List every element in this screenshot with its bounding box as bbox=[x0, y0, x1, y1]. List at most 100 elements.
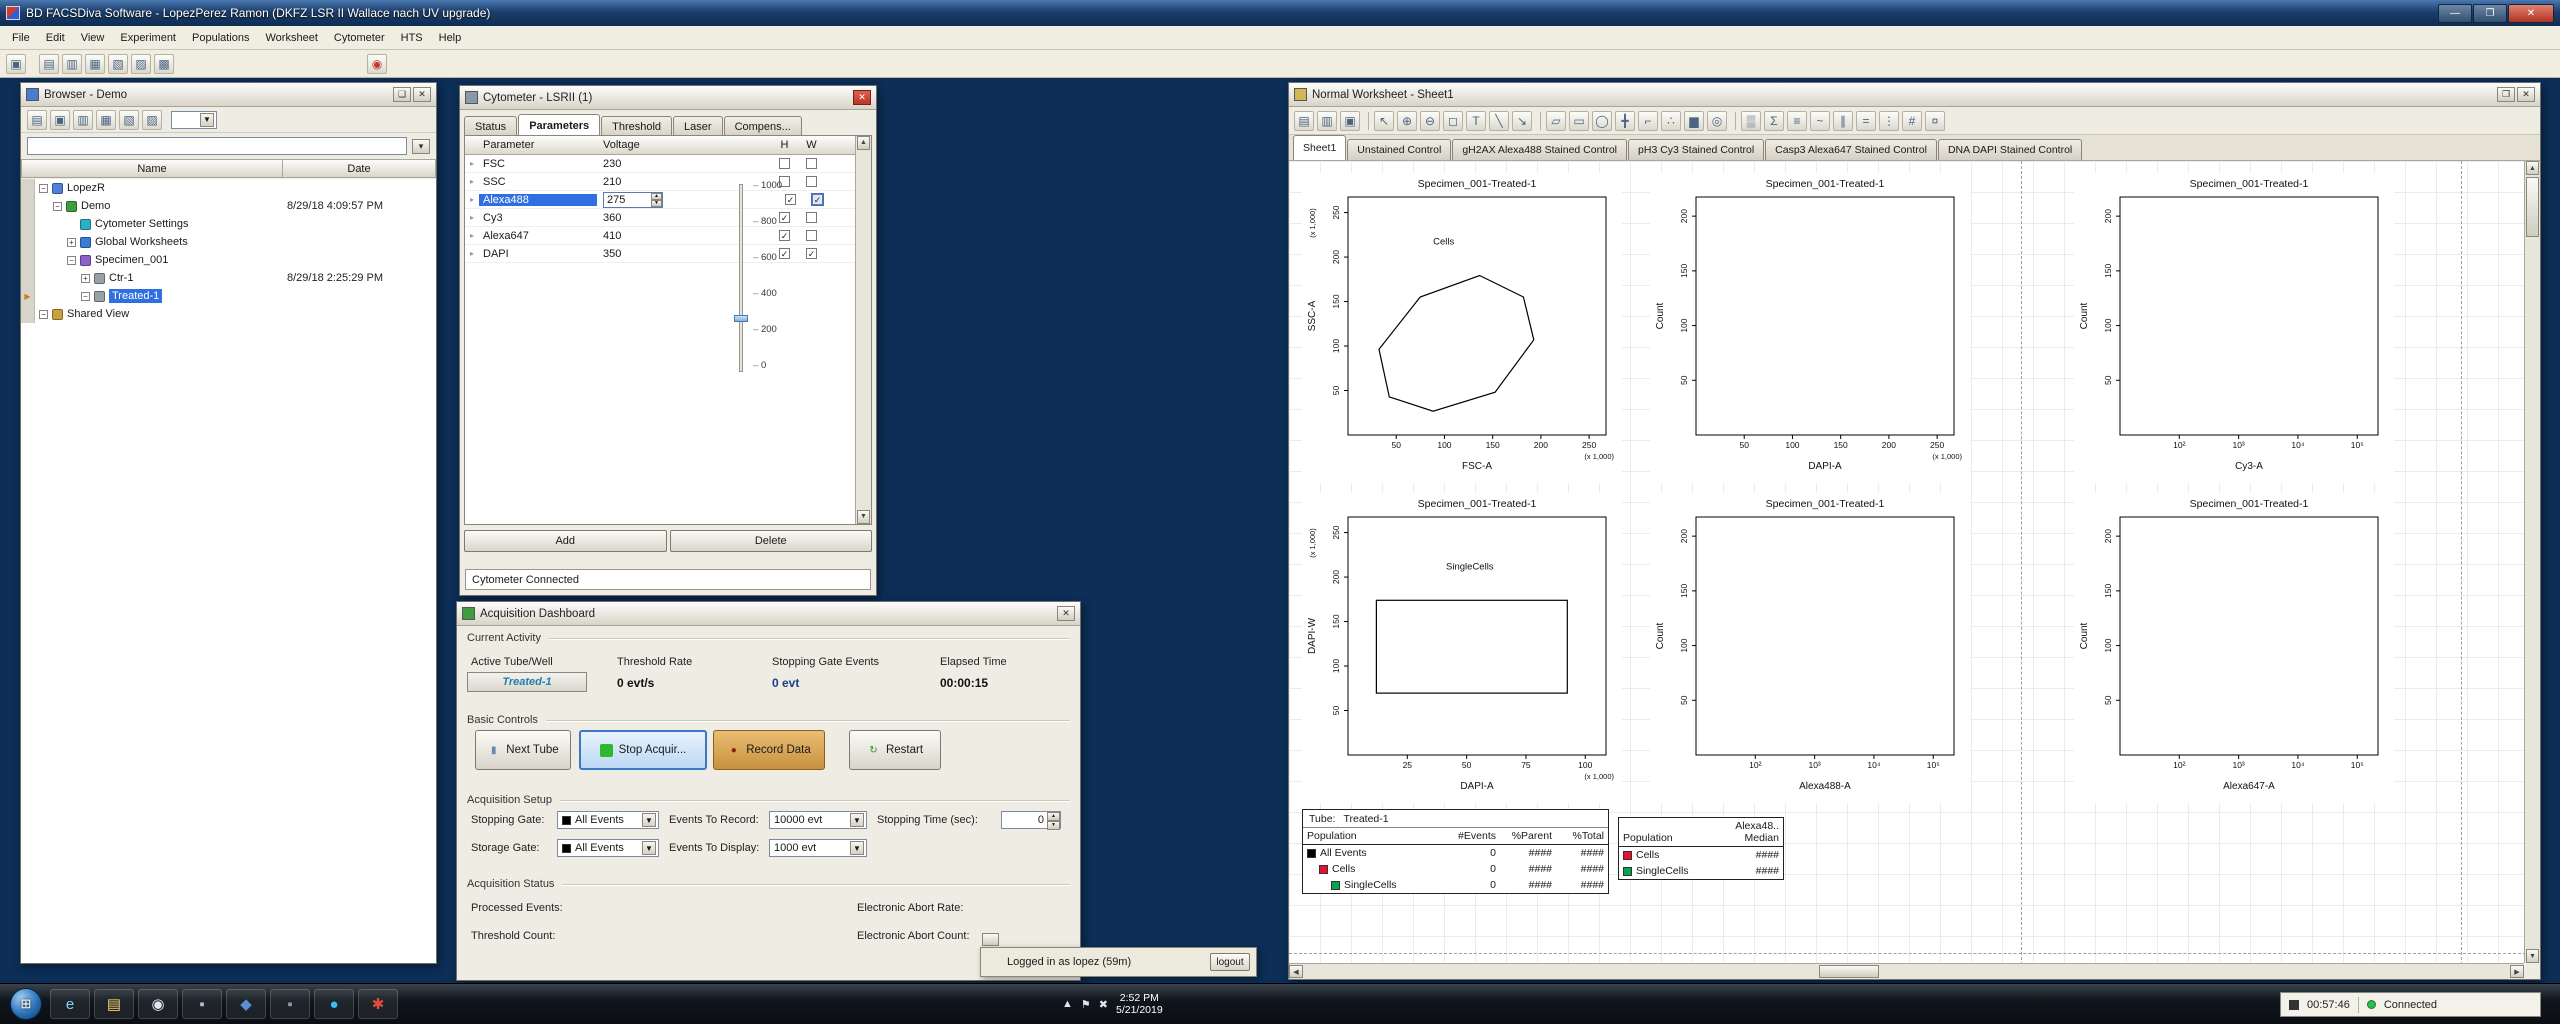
tree-row[interactable]: ▶ − Treated-1 bbox=[21, 287, 436, 305]
biexponential-icon[interactable]: ~ bbox=[1810, 110, 1830, 131]
dropdown-arrow-icon[interactable]: ▼ bbox=[200, 112, 214, 127]
spinner-up-icon[interactable]: ▲ bbox=[651, 192, 662, 200]
stop-acquiring-button[interactable]: Stop Acquir... bbox=[579, 730, 707, 770]
new-specimen-icon[interactable]: ▥ bbox=[73, 109, 93, 130]
scroll-up-arrow[interactable]: ▲ bbox=[2526, 161, 2539, 175]
taskbar-plugin-icon[interactable]: ✱ bbox=[358, 989, 398, 1019]
tab-threshold[interactable]: Threshold bbox=[601, 116, 673, 136]
slider-thumb[interactable] bbox=[734, 314, 748, 322]
menu-file[interactable]: File bbox=[4, 28, 38, 48]
tree-row[interactable]: + Global Worksheets bbox=[21, 233, 436, 251]
voltage-column-header[interactable]: Voltage bbox=[597, 139, 693, 151]
minimize-button[interactable]: — bbox=[2438, 3, 2472, 23]
plot-alexa647-histogram[interactable]: Specimen_001-Treated-1 50 100 150 200 10² 10³ 1… bbox=[2074, 493, 2394, 803]
new-tube-icon[interactable]: ▦ bbox=[96, 109, 116, 130]
voltage-cell[interactable]: 410 bbox=[597, 230, 693, 242]
flag-icon[interactable]: ⚑ bbox=[1081, 998, 1091, 1011]
delete-parameter-button[interactable]: Delete bbox=[669, 530, 872, 552]
worksheet-titlebar[interactable]: Normal Worksheet - Sheet1 ❐ ✕ bbox=[1289, 83, 2540, 107]
plot-alexa488-histogram[interactable]: Specimen_001-Treated-1 50 100 150 200 10² 10³ 1… bbox=[1650, 493, 1970, 803]
worksheet-tab-casp3-alexa647-stained-control[interactable]: Casp3 Alexa647 Stained Control bbox=[1765, 139, 1937, 160]
tree-row[interactable]: − Specimen_001 bbox=[21, 251, 436, 269]
worksheet-vertical-scrollbar[interactable]: ▲ ▼ bbox=[2524, 161, 2540, 963]
browser-titlebar[interactable]: Browser - Demo ❏ ✕ bbox=[21, 83, 436, 107]
interval-gate-icon[interactable]: ⌐ bbox=[1638, 110, 1658, 131]
menu-populations[interactable]: Populations bbox=[184, 28, 258, 48]
page-setup-icon[interactable]: ▥ bbox=[1317, 110, 1337, 131]
tree-row[interactable]: − Demo 8/29/18 4:09:57 PM bbox=[21, 197, 436, 215]
zoom-fit-icon[interactable]: ◻ bbox=[1443, 110, 1463, 131]
column-header-date[interactable]: Date bbox=[283, 159, 436, 178]
browser-close-button[interactable]: ✕ bbox=[413, 87, 431, 102]
taskbar-console-icon[interactable]: ▪ bbox=[182, 989, 222, 1019]
text-icon[interactable]: T bbox=[1466, 110, 1486, 131]
voltage-cell[interactable]: 210 bbox=[597, 176, 693, 188]
collapsed-panel-button[interactable] bbox=[982, 933, 999, 946]
dashboard-titlebar[interactable]: Acquisition Dashboard ✕ bbox=[457, 602, 1080, 626]
param-table-scrollbar[interactable]: ▲ ▼ bbox=[855, 136, 871, 524]
line-icon[interactable]: ╲ bbox=[1489, 110, 1509, 131]
density-plot-icon[interactable]: ▒ bbox=[1741, 110, 1761, 131]
spinner-down-icon[interactable]: ▼ bbox=[1047, 821, 1060, 830]
oval-gate-icon[interactable]: ◯ bbox=[1592, 110, 1612, 131]
stopping-time-spinner[interactable]: 0 ▲ ▼ bbox=[1001, 811, 1061, 830]
tree-expander-icon[interactable]: + bbox=[81, 273, 90, 283]
median-statistics-table[interactable]: Population Alexa48.. Median Cells #### Sing… bbox=[1618, 817, 1784, 880]
new-folder-icon[interactable]: ▤ bbox=[27, 109, 47, 130]
print-icon[interactable]: ▤ bbox=[39, 53, 59, 74]
close-button[interactable]: ✕ bbox=[2508, 3, 2554, 23]
scroll-down-arrow[interactable]: ▼ bbox=[857, 510, 870, 524]
quadrant-gate-icon[interactable]: ╋ bbox=[1615, 110, 1635, 131]
pointer-icon[interactable]: ↖ bbox=[1374, 110, 1394, 131]
w-checkbox[interactable]: ✓ bbox=[811, 193, 824, 206]
w-checkbox[interactable] bbox=[806, 158, 817, 169]
record-data-button[interactable]: ● Record Data bbox=[713, 730, 825, 770]
spinner-arrows[interactable]: ▲ ▼ bbox=[1047, 812, 1060, 830]
menu-view[interactable]: View bbox=[73, 28, 113, 48]
taskbar-app-icon[interactable]: ▪ bbox=[270, 989, 310, 1019]
logout-button[interactable]: logout bbox=[1210, 953, 1250, 971]
taskbar-internet-explorer-icon[interactable]: e bbox=[50, 989, 90, 1019]
contour-plot-icon[interactable]: ◎ bbox=[1707, 110, 1727, 131]
new-experiment-icon[interactable]: ▣ bbox=[50, 109, 70, 130]
worksheet-close-button[interactable]: ✕ bbox=[2517, 87, 2535, 102]
statistics-view-icon[interactable]: Σ bbox=[1764, 110, 1784, 131]
tree-expander-icon[interactable]: − bbox=[67, 255, 76, 265]
tree-expander-icon[interactable]: − bbox=[53, 201, 62, 211]
cut-icon[interactable]: ▧ bbox=[108, 53, 128, 74]
taskbar-media-player-icon[interactable]: ◉ bbox=[138, 989, 178, 1019]
paste-icon[interactable]: ▩ bbox=[154, 53, 174, 74]
tube-rack-icon[interactable]: ◉ bbox=[367, 53, 387, 74]
w-column-header[interactable]: W bbox=[798, 139, 825, 151]
duplicate-icon[interactable]: ▧ bbox=[119, 109, 139, 130]
events-to-record-combo[interactable]: 10000 evt ▼ bbox=[769, 811, 867, 829]
horizontal-scroll-thumb[interactable] bbox=[1819, 965, 1879, 978]
start-button[interactable]: ⊞ bbox=[10, 988, 42, 1020]
dropdown-arrow-icon[interactable]: ▼ bbox=[850, 841, 864, 855]
save-icon[interactable]: ▣ bbox=[6, 53, 26, 74]
worksheet-tab-ph3-cy3-stained-control[interactable]: pH3 Cy3 Stained Control bbox=[1628, 139, 1765, 160]
tree-row[interactable]: − Shared View bbox=[21, 305, 436, 323]
dropdown-arrow-icon[interactable]: ▼ bbox=[642, 813, 656, 827]
cytometer-titlebar[interactable]: Cytometer - LSRII (1) ✕ bbox=[460, 86, 876, 110]
parameter-row[interactable]: ▸ FSC 230 bbox=[465, 155, 855, 173]
rectangle-gate-icon[interactable]: ▭ bbox=[1569, 110, 1589, 131]
save-icon[interactable]: ▣ bbox=[1340, 110, 1360, 131]
dropdown-arrow-icon[interactable]: ▼ bbox=[642, 841, 656, 855]
zoom-out-icon[interactable]: ⊖ bbox=[1420, 110, 1440, 131]
menu-help[interactable]: Help bbox=[431, 28, 470, 48]
w-checkbox[interactable] bbox=[806, 176, 817, 187]
menu-experiment[interactable]: Experiment bbox=[112, 28, 184, 48]
menu-edit[interactable]: Edit bbox=[38, 28, 73, 48]
tree-expander-icon[interactable]: − bbox=[39, 183, 48, 193]
taskbar-facsdiva-icon[interactable]: ◆ bbox=[226, 989, 266, 1019]
scroll-up-arrow[interactable]: ▲ bbox=[857, 136, 870, 150]
storage-gate-combo[interactable]: All Events ▼ bbox=[557, 839, 659, 857]
error-icon[interactable]: ✖ bbox=[1099, 998, 1108, 1011]
delete-icon[interactable]: ▨ bbox=[142, 109, 162, 130]
voltage-slider[interactable]: 1000 800 600 400 200 0 bbox=[731, 180, 789, 376]
add-parameter-button[interactable]: Add bbox=[464, 530, 667, 552]
dashboard-close-button[interactable]: ✕ bbox=[1057, 606, 1075, 621]
tab-laser[interactable]: Laser bbox=[673, 116, 723, 136]
events-to-display-combo[interactable]: 1000 evt ▼ bbox=[769, 839, 867, 857]
